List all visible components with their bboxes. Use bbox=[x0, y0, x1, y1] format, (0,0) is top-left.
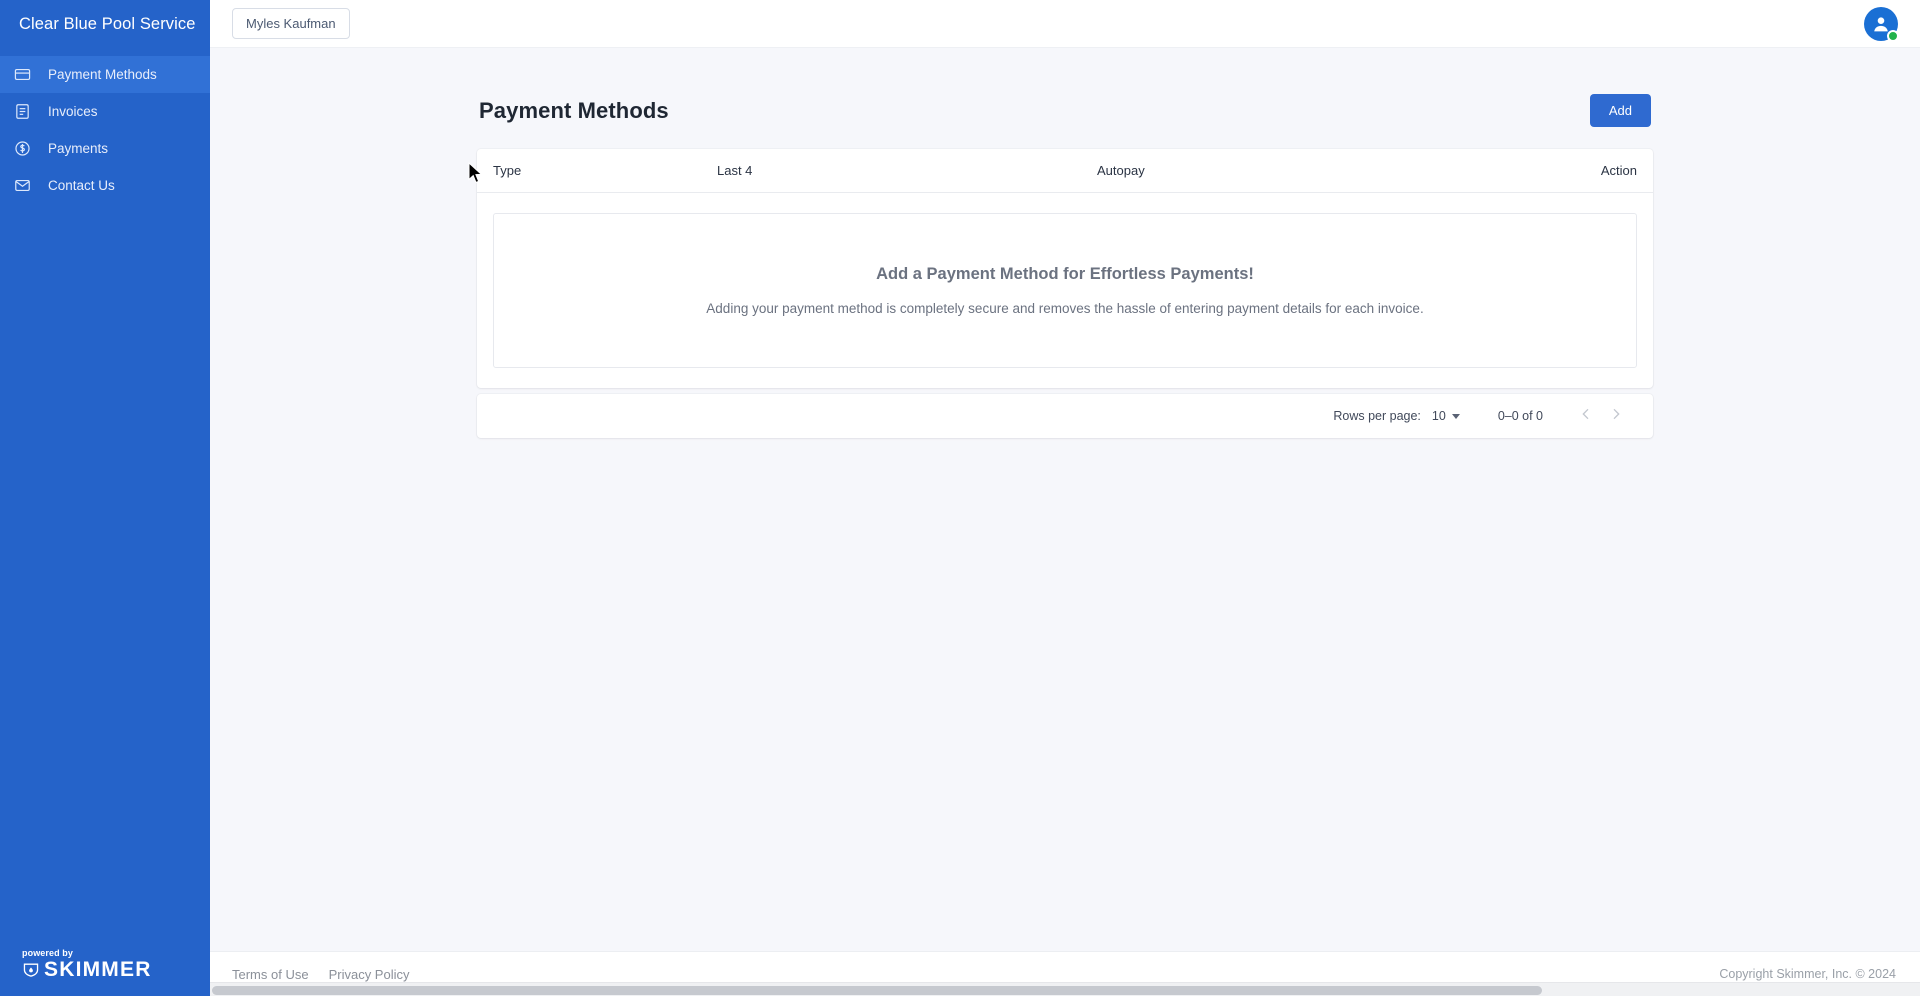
chevron-down-icon bbox=[1451, 413, 1460, 419]
avatar[interactable] bbox=[1864, 6, 1899, 42]
sidebar-item-label: Invoices bbox=[48, 103, 98, 119]
payment-methods-table: Type Last 4 Autopay Action Add a Payment… bbox=[477, 149, 1653, 388]
add-payment-method-button[interactable]: Add bbox=[1589, 94, 1651, 127]
skimmer-wordmark: SKIMMER bbox=[44, 958, 152, 981]
sidebar-item-payment-methods[interactable]: Payment Methods bbox=[0, 56, 210, 93]
sidebar-nav: Payment Methods Invoices Payments Contac… bbox=[0, 56, 210, 204]
column-header-last4: Last 4 bbox=[717, 163, 753, 178]
powered-by-label: powered by bbox=[22, 948, 74, 958]
column-header-type: Type bbox=[493, 163, 522, 178]
rows-per-page-label: Rows per page: bbox=[1333, 409, 1421, 423]
status-badge bbox=[1887, 29, 1899, 42]
empty-state-title: Add a Payment Method for Effortless Paym… bbox=[876, 265, 1254, 283]
credit-card-icon bbox=[14, 64, 40, 86]
next-page-button[interactable] bbox=[1601, 401, 1631, 431]
pagination-bar: Rows per page: 10 0–0 of 0 bbox=[477, 394, 1653, 438]
sidebar-item-invoices[interactable]: Invoices bbox=[0, 93, 210, 130]
skimmer-logo: SKIMMER bbox=[22, 959, 210, 980]
sidebar: Clear Blue Pool Service Payment Methods bbox=[0, 0, 210, 996]
page-header: Payment Methods Add bbox=[477, 94, 1653, 127]
topbar: Myles Kaufman bbox=[210, 0, 1920, 48]
empty-state: Add a Payment Method for Effortless Paym… bbox=[493, 213, 1637, 368]
horizontal-scrollbar[interactable] bbox=[210, 982, 1920, 996]
privacy-policy-link[interactable]: Privacy Policy bbox=[329, 967, 410, 982]
document-icon bbox=[14, 101, 40, 123]
footer-links: Terms of Use Privacy Policy bbox=[232, 967, 410, 982]
sidebar-footer: powered by SKIMMER bbox=[0, 948, 210, 996]
rows-per-page-select[interactable]: 10 bbox=[1432, 409, 1460, 423]
copyright-text: Copyright Skimmer, Inc. © 2024 bbox=[1719, 967, 1896, 981]
skimmer-shield-icon bbox=[22, 962, 40, 978]
page-title: Payment Methods bbox=[479, 97, 669, 123]
chevron-left-icon bbox=[1578, 406, 1594, 427]
column-header-action: Action bbox=[1600, 163, 1637, 178]
sidebar-item-label: Contact Us bbox=[48, 177, 115, 193]
brand-title: Clear Blue Pool Service bbox=[19, 14, 196, 33]
pagination-range: 0–0 of 0 bbox=[1497, 409, 1543, 423]
sidebar-item-label: Payments bbox=[48, 140, 109, 156]
table-body: Add a Payment Method for Effortless Paym… bbox=[477, 193, 1653, 388]
sidebar-item-payments[interactable]: Payments bbox=[0, 130, 210, 167]
sidebar-item-contact-us[interactable]: Contact Us bbox=[0, 167, 210, 204]
dollar-circle-icon bbox=[14, 138, 40, 160]
content-wrapper: Payment Methods Add Type Last 4 Autopay … bbox=[477, 48, 1653, 438]
terms-of-use-link[interactable]: Terms of Use bbox=[232, 967, 309, 982]
empty-state-subtitle: Adding your payment method is completely… bbox=[706, 301, 1424, 316]
sidebar-item-label: Payment Methods bbox=[48, 66, 157, 82]
app-root: Clear Blue Pool Service Payment Methods bbox=[0, 0, 1920, 996]
main-content: Payment Methods Add Type Last 4 Autopay … bbox=[210, 48, 1920, 951]
envelope-icon bbox=[14, 175, 40, 197]
previous-page-button[interactable] bbox=[1571, 401, 1601, 431]
customer-selector-button[interactable]: Myles Kaufman bbox=[232, 8, 350, 39]
right-column: Myles Kaufman Payment Methods Add Type L… bbox=[210, 0, 1920, 996]
rows-per-page-value: 10 bbox=[1431, 409, 1446, 423]
scrollbar-thumb[interactable] bbox=[212, 986, 1542, 995]
table-header-row: Type Last 4 Autopay Action bbox=[477, 149, 1653, 193]
column-header-autopay: Autopay bbox=[1097, 163, 1145, 178]
chevron-right-icon bbox=[1608, 406, 1624, 427]
